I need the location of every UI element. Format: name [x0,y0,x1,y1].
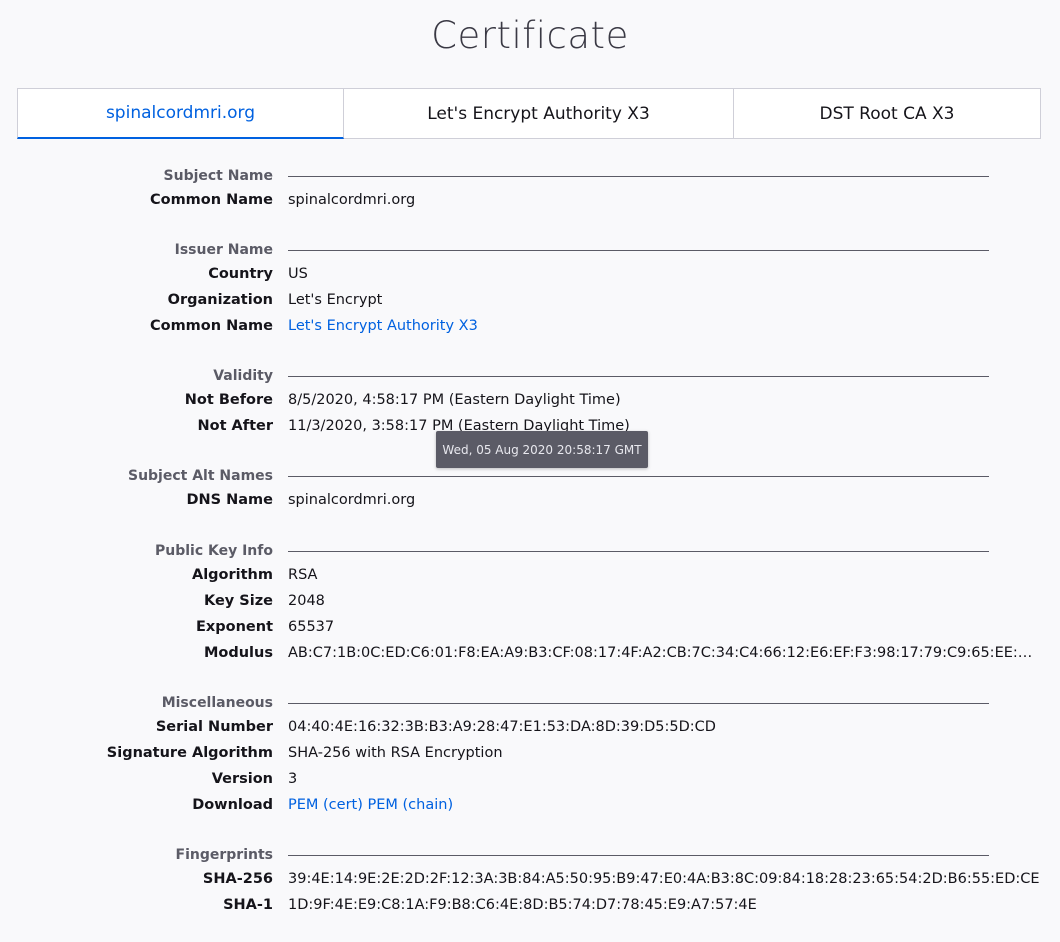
pem-chain-link[interactable]: PEM (chain) [368,797,454,813]
section-subject-name: Subject Name [163,168,273,184]
sha1-label: SHA-1 [223,897,273,913]
pem-cert-link[interactable]: PEM (cert) [288,797,363,813]
section-validity: Validity [213,368,273,384]
section-public-key-info: Public Key Info [154,543,273,559]
download-links: PEM (cert) PEM (chain) [288,797,453,813]
issuer-organization-value: Let's Encrypt [288,292,383,308]
section-divider [288,551,989,552]
validity-tooltip: Wed, 05 Aug 2020 20:58:17 GMT [436,431,648,468]
modulus-value[interactable]: AB:C7:1B:0C:ED:C6:01:F8:EA:A9:B3:CF:08:1… [288,645,1034,661]
issuer-organization-label: Organization [167,292,273,308]
page-title: Certificate [431,14,629,57]
algorithm-value: RSA [288,567,318,583]
section-subject-alt-names: Subject Alt Names [127,468,273,484]
algorithm-label: Algorithm [191,567,273,583]
not-before-value[interactable]: 8/5/2020, 4:58:17 PM (Eastern Daylight T… [288,392,621,408]
exponent-label: Exponent [195,619,273,635]
version-value: 3 [288,771,298,787]
exponent-value: 65537 [288,619,335,635]
tab-lets-encrypt-authority-x3[interactable]: Let's Encrypt Authority X3 [344,88,734,139]
modulus-label: Modulus [203,645,273,661]
signature-algorithm-label: Signature Algorithm [106,745,273,761]
section-divider [288,855,989,856]
not-after-label: Not After [197,418,273,434]
issuer-common-name-label: Common Name [149,318,273,334]
signature-algorithm-value: SHA-256 with RSA Encryption [288,745,503,761]
issuer-country-label: Country [208,266,273,282]
subject-common-name-label: Common Name [149,192,273,208]
serial-number-label: Serial Number [155,719,273,735]
section-divider [288,376,989,377]
section-divider [288,250,989,251]
section-fingerprints: Fingerprints [175,847,273,863]
certificate-tabs: spinalcordmri.org Let's Encrypt Authorit… [17,88,1041,139]
section-divider [288,703,989,704]
sha1-value: 1D:9F:4E:E9:C8:1A:F9:B8:C6:4E:8D:B5:74:D… [288,897,757,913]
subject-common-name-value: spinalcordmri.org [288,192,416,208]
tab-spinalcordmri-org[interactable]: spinalcordmri.org [17,88,344,139]
dns-name-value: spinalcordmri.org [288,492,416,508]
sha256-value: 39:4E:14:9E:2E:2D:2F:12:3A:3B:84:A5:50:9… [288,871,1040,887]
section-issuer-name: Issuer Name [174,242,273,258]
issuer-common-name-link[interactable]: Let's Encrypt Authority X3 [288,318,478,334]
not-before-label: Not Before [184,392,273,408]
serial-number-value: 04:40:4E:16:32:3B:B3:A9:28:47:E1:53:DA:8… [288,719,716,735]
section-divider [288,176,989,177]
dns-name-label: DNS Name [186,492,273,508]
section-divider [288,476,989,477]
key-size-label: Key Size [203,593,273,609]
sha256-label: SHA-256 [202,871,273,887]
version-label: Version [211,771,273,787]
issuer-country-value: US [288,266,308,282]
tab-dst-root-ca-x3[interactable]: DST Root CA X3 [734,88,1041,139]
download-label: Download [192,797,273,813]
section-miscellaneous: Miscellaneous [161,695,273,711]
key-size-value: 2048 [288,593,325,609]
